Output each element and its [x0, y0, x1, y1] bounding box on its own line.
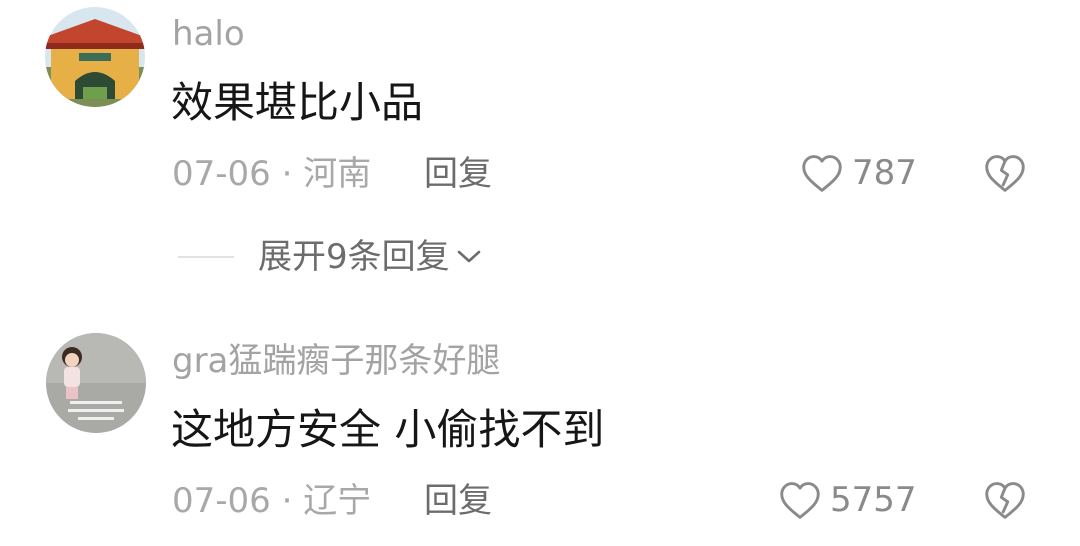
username[interactable]: gra猛踹瘸子那条好腿 [172, 341, 500, 381]
heart-outline-icon [780, 482, 820, 519]
meta-separator: · [281, 154, 293, 194]
comment-text: 这地方安全 小偷找不到 [171, 405, 605, 454]
comment-text: 效果堪比小品 [171, 78, 424, 127]
reply-button[interactable]: 回复 [424, 481, 492, 521]
username[interactable]: halo [172, 14, 245, 54]
like-count: 787 [852, 153, 917, 193]
expand-replies-button[interactable]: 展开9条回复 [178, 237, 482, 277]
broken-heart-icon [985, 482, 1025, 519]
avatar[interactable] [45, 7, 145, 107]
dislike-button[interactable] [983, 152, 1027, 198]
like-button[interactable]: 787 [800, 152, 917, 194]
dislike-button[interactable] [983, 479, 1027, 525]
comment-date: 07-06 [172, 481, 271, 521]
like-count: 5757 [830, 480, 917, 520]
expand-replies-label: 展开9条回复 [258, 237, 450, 277]
chevron-down-icon [457, 250, 480, 263]
comment-location: 辽宁 [303, 481, 372, 521]
heart-outline-icon [802, 155, 842, 192]
avatar-temple-image [45, 7, 145, 107]
like-button[interactable]: 5757 [778, 479, 917, 521]
comment-list: halo 效果堪比小品 07-06 · 河南 回复 787 展开9条回复 gra… [0, 0, 1080, 546]
expand-divider [178, 256, 234, 258]
reply-button[interactable]: 回复 [424, 154, 492, 194]
comment-meta: 07-06 · 辽宁 [172, 481, 371, 521]
comment-location: 河南 [303, 154, 372, 194]
avatar[interactable] [46, 333, 146, 433]
meta-separator: · [281, 481, 293, 521]
broken-heart-icon [985, 155, 1025, 192]
comment-date: 07-06 [172, 154, 271, 194]
avatar-child-image [46, 333, 146, 433]
comment-meta: 07-06 · 河南 [172, 154, 371, 194]
